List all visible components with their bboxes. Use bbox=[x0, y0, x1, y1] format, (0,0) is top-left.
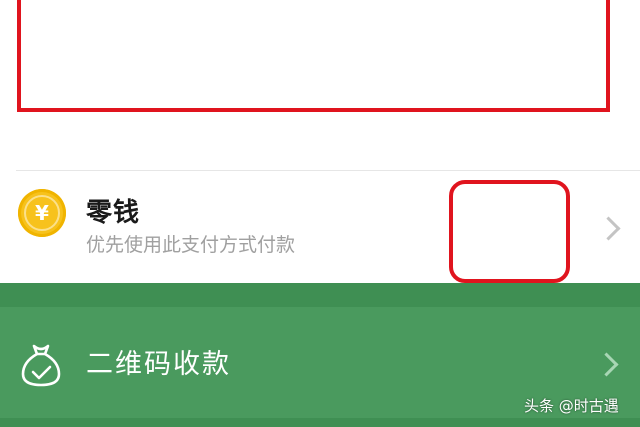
qr-receive-title: 二维码收款 bbox=[86, 349, 231, 380]
watermark: 头条 @时古遇 bbox=[524, 397, 619, 415]
yuan-coin-icon: ¥ bbox=[18, 189, 66, 237]
money-bag-icon bbox=[21, 344, 61, 387]
wallet-subtitle: 优先使用此支付方式付款 bbox=[86, 234, 296, 256]
coin-symbol: ¥ bbox=[24, 195, 60, 231]
red-annotation-bubble bbox=[449, 180, 570, 283]
red-annotation-box bbox=[17, 0, 610, 112]
green-bottom-strip bbox=[0, 418, 640, 427]
green-divider-strip bbox=[0, 283, 640, 307]
wallet-title: 零钱 bbox=[86, 198, 141, 228]
